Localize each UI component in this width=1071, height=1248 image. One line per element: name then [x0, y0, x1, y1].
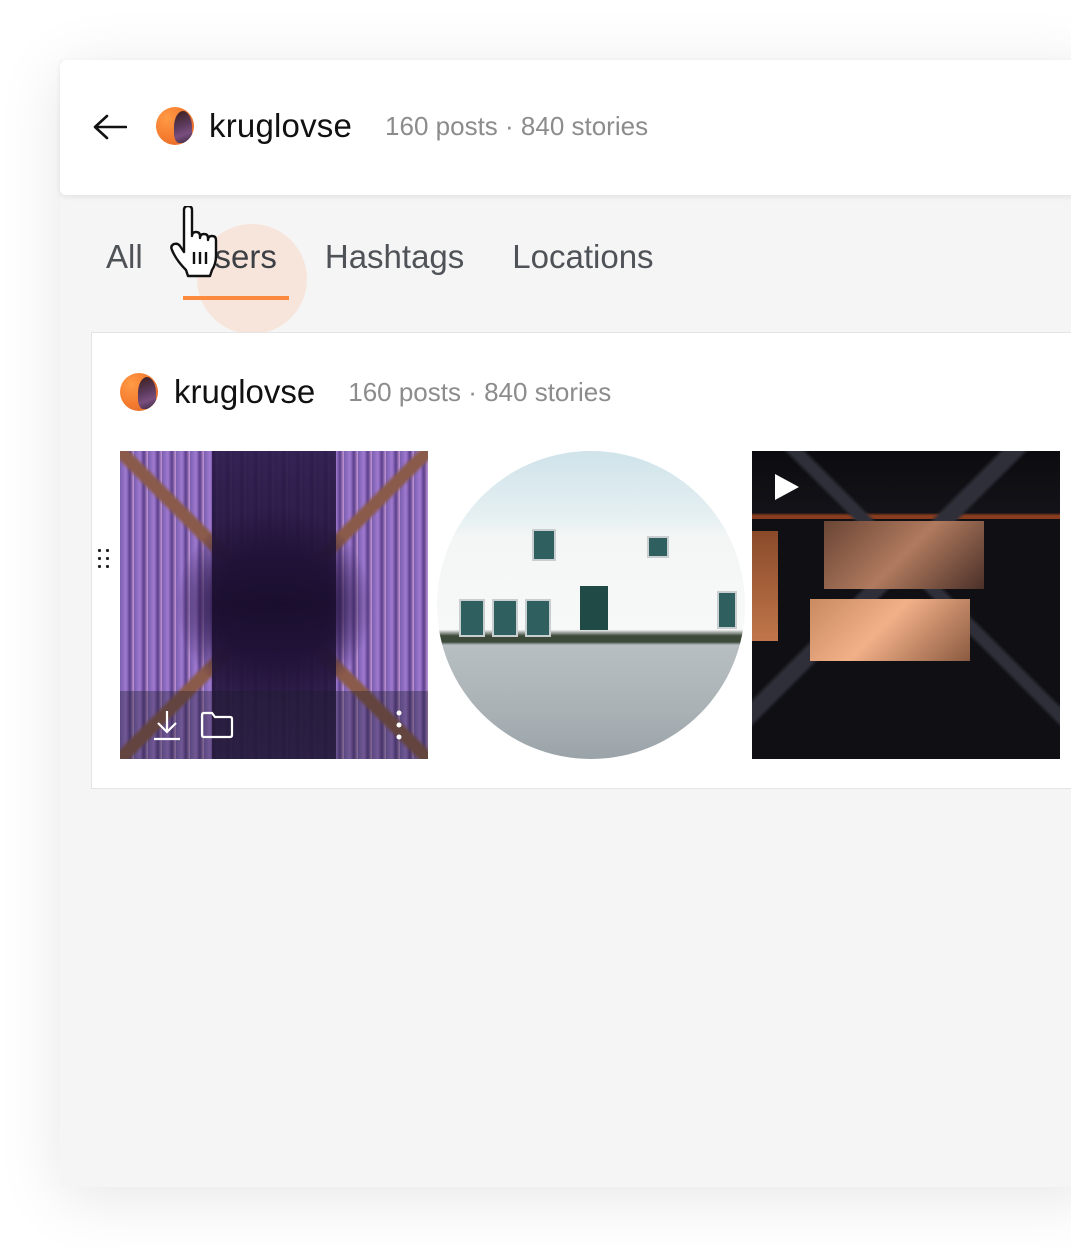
image-detail	[647, 536, 669, 558]
header-username: kruglovse	[209, 107, 353, 144]
image-detail	[810, 599, 970, 661]
tab-label: Locations	[512, 238, 654, 275]
tab-all[interactable]: All	[106, 238, 143, 276]
header-stats: 160 posts · 840 stories	[385, 110, 649, 141]
user-result-card[interactable]: kruglovse 160 posts · 840 stories	[91, 332, 1071, 789]
avatar	[120, 373, 158, 411]
media-item-story[interactable]	[437, 451, 745, 759]
card-username: kruglovse	[174, 373, 316, 410]
download-icon[interactable]	[152, 709, 182, 741]
image-detail	[492, 599, 518, 637]
card-stats: 160 posts · 840 stories	[348, 376, 612, 407]
play-icon[interactable]	[774, 473, 800, 501]
tab-locations[interactable]: Locations	[512, 238, 653, 276]
media-item-post[interactable]	[120, 451, 428, 759]
image-detail	[824, 521, 984, 589]
profile-header: kruglovse 160 posts · 840 stories	[60, 60, 1071, 195]
image-detail	[717, 591, 737, 629]
image-detail	[752, 531, 778, 641]
image-detail	[525, 599, 551, 637]
hand-pointer-cursor-icon	[170, 206, 218, 278]
header-user: kruglovse 160 posts · 840 stories	[156, 107, 648, 145]
folder-icon[interactable]	[200, 711, 234, 739]
back-button[interactable]	[92, 110, 128, 144]
active-tab-indicator	[182, 296, 289, 300]
tab-label: Hashtags	[324, 238, 465, 275]
media-item-video[interactable]	[752, 451, 1060, 759]
tab-hashtags[interactable]: Hashtags	[325, 238, 464, 276]
image-detail	[580, 586, 608, 630]
more-vertical-icon[interactable]	[396, 710, 402, 740]
avatar	[156, 107, 194, 145]
tab-label: All	[106, 238, 143, 275]
arrow-left-icon	[93, 114, 127, 140]
card-user[interactable]: kruglovse 160 posts · 840 stories	[120, 373, 611, 411]
drag-handle-icon[interactable]	[98, 549, 110, 571]
image-detail	[532, 529, 556, 561]
image-detail	[459, 599, 485, 637]
media-actions-bar	[120, 691, 428, 759]
